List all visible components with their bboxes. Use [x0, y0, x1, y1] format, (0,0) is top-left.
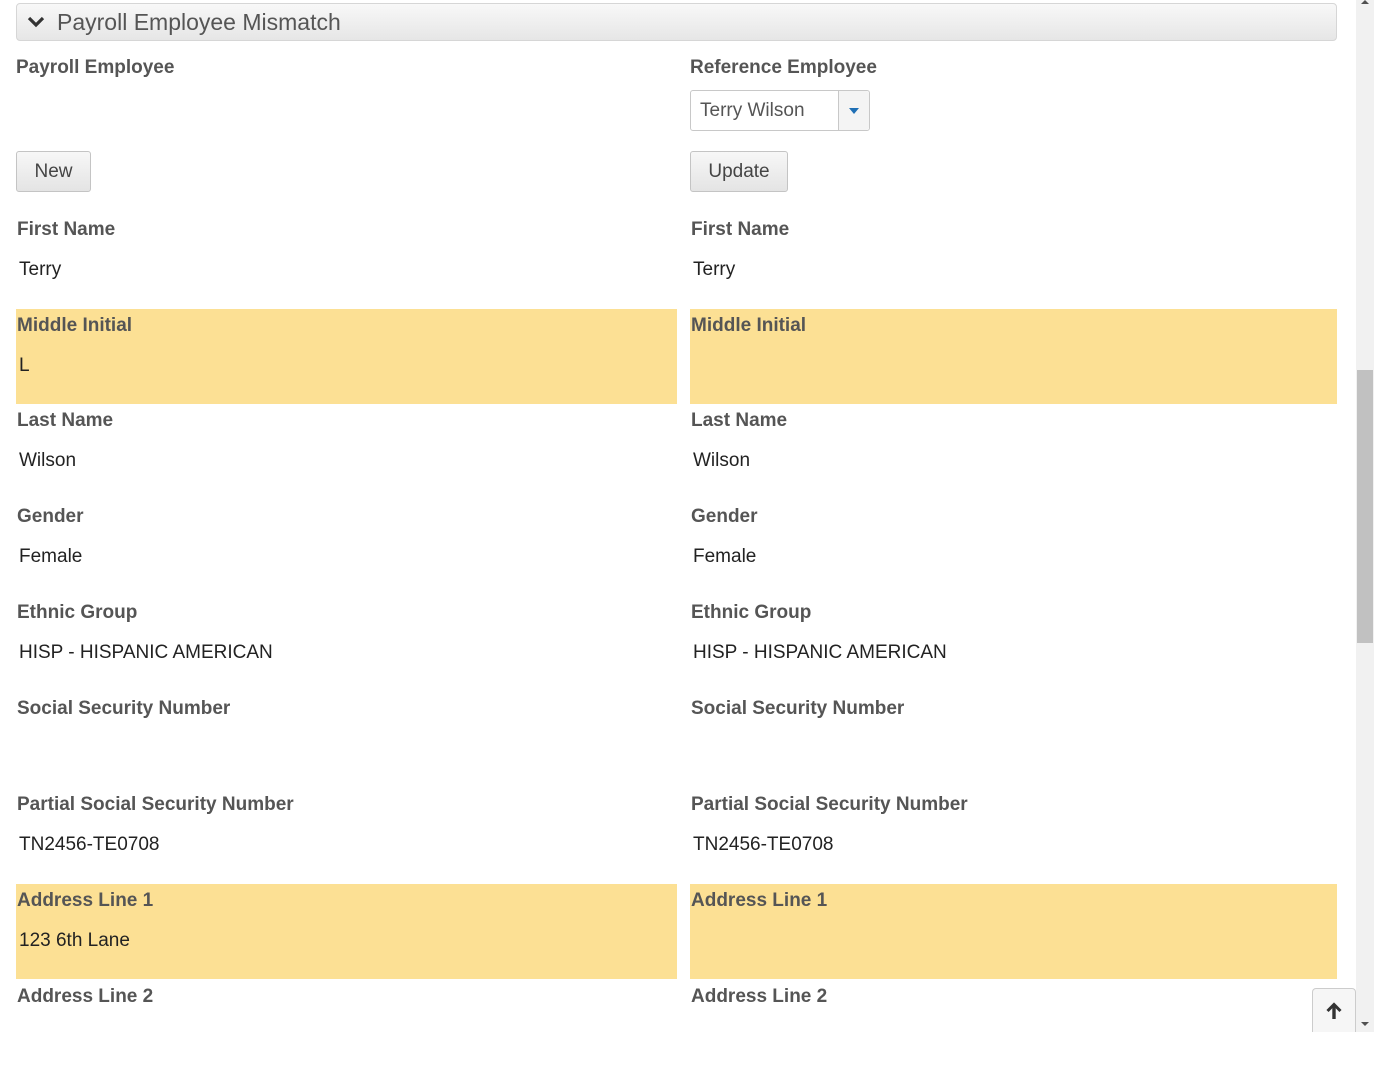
field-address-line-1: Address Line 1 — [690, 884, 1337, 979]
field-value: Terry — [19, 259, 62, 280]
payroll-employee-heading: Payroll Employee — [16, 57, 175, 78]
reference-employee-select[interactable]: Terry Wilson — [690, 90, 870, 131]
field-value: TN2456-TE0708 — [693, 834, 834, 855]
field-value: HISP - HISPANIC AMERICAN — [19, 642, 273, 663]
field-label: Ethnic Group — [17, 602, 138, 623]
field-ssn: Social Security Number — [16, 692, 677, 787]
field-label: Gender — [17, 506, 84, 527]
field-ethnic-group: Ethnic Group HISP - HISPANIC AMERICAN — [690, 596, 1337, 691]
field-label: Partial Social Security Number — [691, 794, 968, 815]
field-address-line-2: Address Line 2 — [690, 980, 1337, 1075]
field-value: Wilson — [19, 450, 77, 471]
panel-title: Payroll Employee Mismatch — [57, 8, 341, 35]
field-label: Address Line 1 — [17, 890, 154, 911]
dropdown-arrow-icon[interactable] — [838, 91, 869, 130]
field-value: Female — [19, 546, 83, 567]
field-value: HISP - HISPANIC AMERICAN — [693, 642, 947, 663]
field-label: Address Line 2 — [17, 986, 154, 1007]
field-label: Middle Initial — [17, 315, 133, 336]
field-label: Last Name — [17, 410, 114, 431]
field-last-name: Last Name Wilson — [16, 404, 677, 499]
scroll-down-arrow-icon[interactable] — [1361, 1022, 1369, 1026]
field-label: Address Line 1 — [691, 890, 828, 911]
field-value: Wilson — [693, 450, 751, 471]
select-value: Terry Wilson — [700, 100, 805, 121]
field-label: Partial Social Security Number — [17, 794, 294, 815]
field-gender: Gender Female — [690, 500, 1337, 595]
field-first-name: First Name Terry — [16, 213, 677, 308]
field-label: Address Line 2 — [691, 986, 828, 1007]
scroll-up-arrow-icon[interactable] — [1361, 0, 1369, 4]
field-last-name: Last Name Wilson — [690, 404, 1337, 499]
field-value: L — [19, 355, 30, 376]
field-label: Gender — [691, 506, 758, 527]
field-value: Terry — [693, 259, 736, 280]
field-value: 123 6th Lane — [19, 930, 130, 951]
field-label: First Name — [17, 219, 116, 240]
field-first-name: First Name Terry — [690, 213, 1337, 308]
scroll-to-top-button[interactable] — [1312, 988, 1356, 1032]
arrow-up-icon — [1326, 1001, 1342, 1019]
field-ssn: Social Security Number — [690, 692, 1337, 787]
scrollbar-thumb[interactable] — [1357, 370, 1373, 643]
field-ethnic-group: Ethnic Group HISP - HISPANIC AMERICAN — [16, 596, 677, 691]
field-middle-initial: Middle Initial — [690, 309, 1337, 404]
field-value: TN2456-TE0708 — [19, 834, 160, 855]
field-middle-initial: Middle Initial L — [16, 309, 677, 404]
field-label: Middle Initial — [691, 315, 807, 336]
field-label: Ethnic Group — [691, 602, 812, 623]
update-button[interactable]: Update — [690, 151, 788, 192]
field-label: Social Security Number — [17, 698, 231, 719]
field-partial-ssn: Partial Social Security Number TN2456-TE… — [16, 788, 677, 883]
chevron-down-icon — [27, 16, 45, 28]
field-value: Female — [693, 546, 757, 567]
vertical-scrollbar[interactable] — [1356, 0, 1374, 1032]
reference-employee-heading: Reference Employee — [690, 57, 877, 78]
field-label: Last Name — [691, 410, 788, 431]
panel-header[interactable]: Payroll Employee Mismatch — [16, 3, 1337, 41]
new-button[interactable]: New — [16, 151, 91, 192]
field-address-line-1: Address Line 1 123 6th Lane — [16, 884, 677, 979]
field-address-line-2: Address Line 2 — [16, 980, 677, 1075]
field-label: First Name — [691, 219, 790, 240]
field-label: Social Security Number — [691, 698, 905, 719]
field-partial-ssn: Partial Social Security Number TN2456-TE… — [690, 788, 1337, 883]
field-gender: Gender Female — [16, 500, 677, 595]
